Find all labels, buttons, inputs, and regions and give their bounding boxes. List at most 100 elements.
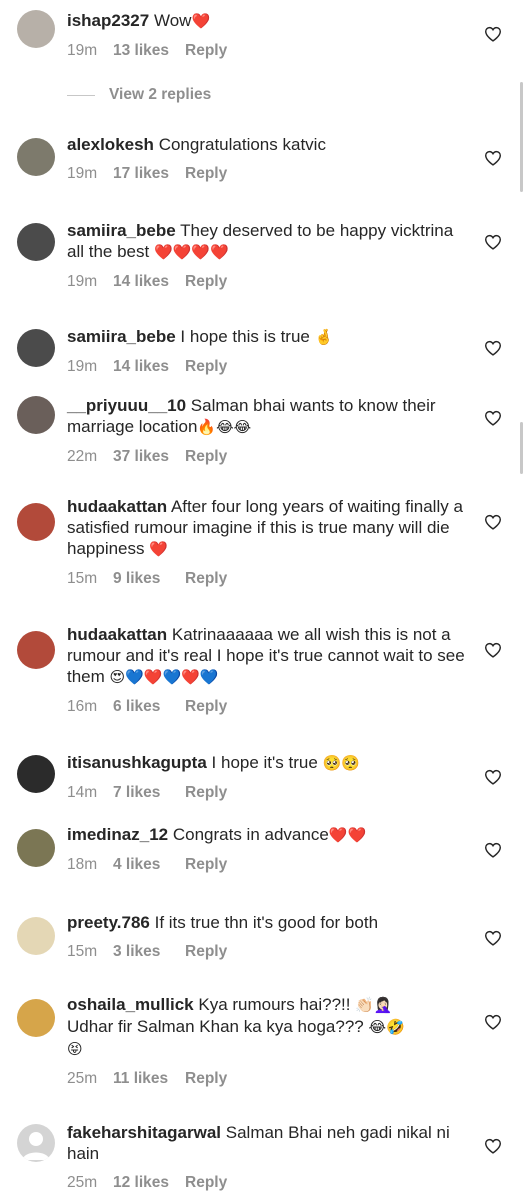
- username[interactable]: hudaakattan: [67, 625, 167, 644]
- reply-button[interactable]: Reply: [185, 165, 227, 183]
- comment-body: Kya rumours hai??!!: [198, 995, 351, 1014]
- comment-body-line-2: Udhar fir Salman Khan ka kya hoga???: [67, 1017, 364, 1036]
- username[interactable]: ishap2327: [67, 11, 149, 30]
- username[interactable]: itisanushkagupta: [67, 753, 207, 772]
- heart-icon[interactable]: [484, 26, 502, 42]
- comment-meta: 18m 4 likes Reply: [67, 856, 467, 874]
- comment-meta: 25m 11 likes Reply: [67, 1070, 467, 1088]
- avatar[interactable]: [17, 138, 55, 176]
- heart-icon[interactable]: [484, 514, 502, 530]
- likes-count[interactable]: 12 likes: [113, 1174, 185, 1192]
- likes-count[interactable]: 13 likes: [113, 42, 185, 60]
- reply-button[interactable]: Reply: [185, 273, 227, 291]
- avatar[interactable]: [17, 631, 55, 669]
- likes-count[interactable]: 4 likes: [113, 856, 185, 874]
- reply-button[interactable]: Reply: [185, 943, 227, 961]
- avatar[interactable]: [17, 329, 55, 367]
- comment-body: If its true thn it's good for both: [154, 913, 379, 932]
- avatar[interactable]: [17, 1124, 55, 1162]
- heart-icon[interactable]: [484, 930, 502, 946]
- likes-count[interactable]: 37 likes: [113, 448, 185, 466]
- emoji: 🤞: [314, 328, 334, 346]
- comment-text: hudaakattan Katrinaaaaaa we all wish thi…: [67, 624, 467, 688]
- likes-count[interactable]: 6 likes: [113, 698, 185, 716]
- heart-icon[interactable]: [484, 642, 502, 658]
- emoji: 😝: [67, 1040, 83, 1058]
- timestamp: 15m: [67, 943, 98, 960]
- likes-count[interactable]: 9 likes: [113, 570, 185, 588]
- reply-button[interactable]: Reply: [185, 42, 227, 60]
- avatar[interactable]: [17, 755, 55, 793]
- comment-text: ishap2327 Wow❤️: [67, 10, 467, 32]
- comment-body: Congrats in advance: [172, 825, 329, 844]
- emoji: 🔥😂😂: [197, 418, 252, 436]
- avatar[interactable]: [17, 223, 55, 261]
- comment-body: I hope it's true: [211, 753, 318, 772]
- reply-button[interactable]: Reply: [185, 1070, 227, 1088]
- avatar[interactable]: [17, 503, 55, 541]
- comment-meta: 14m 7 likes Reply: [67, 784, 467, 802]
- reply-button[interactable]: Reply: [185, 448, 227, 466]
- view-replies-label: View 2 replies: [109, 86, 212, 103]
- scrollbar-thumb-top[interactable]: [520, 82, 523, 192]
- comment-meta: 25m 12 likes Reply: [67, 1174, 467, 1192]
- likes-count[interactable]: 14 likes: [113, 273, 185, 291]
- emoji: ❤️: [149, 540, 168, 558]
- avatar[interactable]: [17, 917, 55, 955]
- timestamp: 16m: [67, 698, 98, 715]
- heart-icon[interactable]: [484, 410, 502, 426]
- likes-count[interactable]: 17 likes: [113, 165, 185, 183]
- comment-meta: 19m 14 likes Reply: [67, 273, 467, 291]
- scrollbar-thumb[interactable]: [520, 422, 523, 474]
- comment-text: itisanushkagupta I hope it's true 🥺🥺: [67, 752, 467, 774]
- username[interactable]: imedinaz_12: [67, 825, 168, 844]
- timestamp: 22m: [67, 448, 98, 465]
- default-avatar-icon: [22, 1132, 50, 1160]
- username[interactable]: samiira_bebe: [67, 221, 176, 240]
- username[interactable]: samiira_bebe: [67, 327, 176, 346]
- timestamp: 19m: [67, 165, 98, 182]
- username[interactable]: alexlokesh: [67, 135, 154, 154]
- likes-count[interactable]: 3 likes: [113, 943, 185, 961]
- reply-button[interactable]: Reply: [185, 784, 227, 802]
- reply-button[interactable]: Reply: [185, 698, 227, 716]
- heart-icon[interactable]: [484, 842, 502, 858]
- emoji: 😂🤣: [368, 1018, 405, 1036]
- username[interactable]: __priyuuu__10: [67, 396, 186, 415]
- reply-button[interactable]: Reply: [185, 1174, 227, 1192]
- comment-text: __priyuuu__10 Salman bhai wants to know …: [67, 395, 467, 438]
- likes-count[interactable]: 7 likes: [113, 784, 185, 802]
- timestamp: 18m: [67, 856, 98, 873]
- heart-icon[interactable]: [484, 1014, 502, 1030]
- heart-icon[interactable]: [484, 150, 502, 166]
- heart-icon[interactable]: [484, 340, 502, 356]
- reply-button[interactable]: Reply: [185, 856, 227, 874]
- timestamp: 15m: [67, 570, 98, 587]
- username[interactable]: hudaakattan: [67, 497, 167, 516]
- heart-icon[interactable]: [484, 234, 502, 250]
- comment-meta: 22m 37 likes Reply: [67, 448, 467, 466]
- username[interactable]: fakeharshitagarwal: [67, 1123, 221, 1142]
- emoji: ❤️: [191, 12, 211, 30]
- avatar[interactable]: [17, 829, 55, 867]
- username[interactable]: oshaila_mullick: [67, 995, 194, 1014]
- likes-count[interactable]: 14 likes: [113, 358, 185, 376]
- heart-icon[interactable]: [484, 769, 502, 785]
- comment-meta: 16m 6 likes Reply: [67, 698, 467, 716]
- avatar[interactable]: [17, 999, 55, 1037]
- avatar[interactable]: [17, 10, 55, 48]
- reply-button[interactable]: Reply: [185, 570, 227, 588]
- avatar[interactable]: [17, 396, 55, 434]
- heart-icon[interactable]: [484, 1138, 502, 1154]
- timestamp: 14m: [67, 784, 98, 801]
- likes-count[interactable]: 11 likes: [113, 1070, 185, 1088]
- emoji: ❤️❤️: [328, 826, 367, 844]
- username[interactable]: preety.786: [67, 913, 150, 932]
- view-replies-button[interactable]: View 2 replies: [67, 86, 211, 104]
- timestamp: 19m: [67, 42, 98, 59]
- comment-text: fakeharshitagarwal Salman Bhai neh gadi …: [67, 1122, 467, 1164]
- timestamp: 19m: [67, 358, 98, 375]
- reply-button[interactable]: Reply: [185, 358, 227, 376]
- comment-text: hudaakattan After four long years of wai…: [67, 496, 467, 560]
- emoji: 🥺🥺: [322, 754, 360, 772]
